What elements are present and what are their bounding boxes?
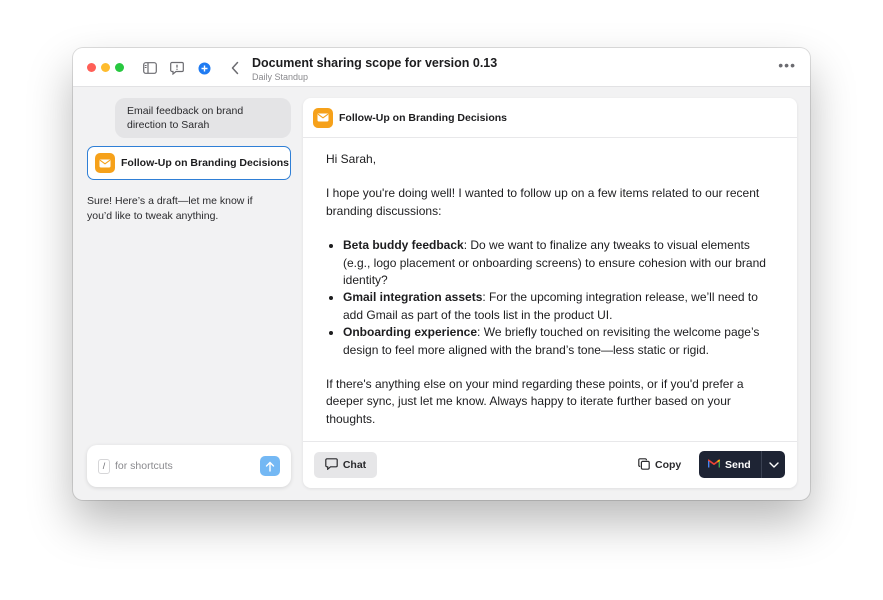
document-header: Follow-Up on Branding Decisions xyxy=(303,98,797,138)
list-item-label: Beta buddy feedback xyxy=(343,238,464,253)
mail-icon xyxy=(95,153,115,173)
sidebar-toggle-icon[interactable] xyxy=(142,60,158,76)
title-bar: Document sharing scope for version 0.13 … xyxy=(73,48,810,87)
email-body[interactable]: Hi Sarah, I hope you're doing well! I wa… xyxy=(326,151,771,445)
zoom-window-button[interactable] xyxy=(115,63,124,72)
assistant-message: Sure! Here’s a draft—let me know if you’… xyxy=(87,195,253,222)
send-button[interactable]: Send xyxy=(699,451,785,478)
user-message: Email feedback on brand direction to Sar… xyxy=(115,98,291,138)
gmail-icon xyxy=(707,458,721,471)
copy-icon xyxy=(638,457,650,473)
send-button-main[interactable]: Send xyxy=(699,451,761,478)
more-options-button[interactable]: ••• xyxy=(778,57,796,73)
back-chevron-icon[interactable] xyxy=(227,60,243,76)
list-item: Gmail integration assets: For the upcomi… xyxy=(343,289,771,324)
chat-button-label: Chat xyxy=(342,459,367,471)
send-options-chevron-icon[interactable] xyxy=(762,451,785,478)
document-title: Follow-Up on Branding Decisions xyxy=(339,111,507,124)
document-footer: Chat Copy Send xyxy=(303,441,797,488)
minimize-window-button[interactable] xyxy=(101,63,110,72)
copy-button[interactable]: Copy xyxy=(638,452,681,478)
artifact-card[interactable]: Follow-Up on Branding Decisions xyxy=(87,146,291,180)
copy-button-label: Copy xyxy=(655,459,682,471)
window-subtitle: Daily Standup xyxy=(252,72,309,82)
app-window: Document sharing scope for version 0.13 … xyxy=(73,48,810,500)
email-intro: I hope you're doing well! I wanted to fo… xyxy=(326,186,760,218)
document-panel: Follow-Up on Branding Decisions Hi Sarah… xyxy=(303,98,797,488)
email-greeting: Hi Sarah, xyxy=(326,152,377,166)
input-placeholder: for shortcuts xyxy=(115,460,173,472)
message-input[interactable]: / for shortcuts xyxy=(87,445,291,487)
shortcut-key-hint: / xyxy=(98,458,110,474)
list-item: Beta buddy feedback: Do we want to final… xyxy=(343,237,771,289)
new-chat-icon[interactable] xyxy=(196,60,212,76)
email-bullet-list: Beta buddy feedback: Do we want to final… xyxy=(343,237,771,359)
mail-icon xyxy=(313,107,333,128)
artifact-card-title: Follow-Up on Branding Decisions xyxy=(121,157,289,169)
chat-button[interactable]: Chat xyxy=(314,452,377,478)
list-item-label: Gmail integration assets xyxy=(343,290,483,305)
list-item-label: Onboarding experience xyxy=(343,325,478,340)
close-window-button[interactable] xyxy=(87,63,96,72)
send-button-label: Send xyxy=(725,458,751,471)
email-closing: If there's anything else on your mind re… xyxy=(326,377,744,426)
feedback-icon[interactable] xyxy=(169,60,185,76)
submit-arrow-button[interactable] xyxy=(260,456,280,476)
list-item: Onboarding experience: We briefly touche… xyxy=(343,324,771,359)
chat-bubble-icon xyxy=(325,457,338,473)
window-title: Document sharing scope for version 0.13 xyxy=(252,56,498,70)
